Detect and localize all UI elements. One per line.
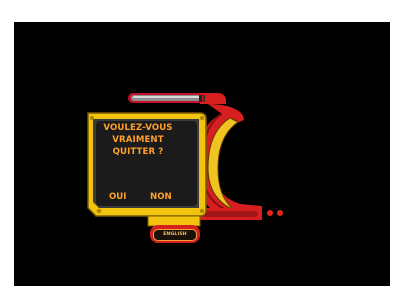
quit-question: VOULEZ-VOUS VRAIMENT QUITTER ? xyxy=(92,122,184,158)
language-button[interactable]: ENGLISH xyxy=(153,229,197,241)
no-button[interactable]: NON xyxy=(150,192,172,202)
question-line-2: VRAIMENT xyxy=(112,135,164,145)
question-line-1: VOULEZ-VOUS xyxy=(103,123,173,133)
question-line-3: QUITTER ? xyxy=(112,147,164,157)
yes-button[interactable]: OUI xyxy=(109,192,126,202)
indicator-dots-icon xyxy=(267,210,283,216)
top-rail-icon xyxy=(128,93,226,104)
quit-dialog-frame xyxy=(87,93,283,243)
